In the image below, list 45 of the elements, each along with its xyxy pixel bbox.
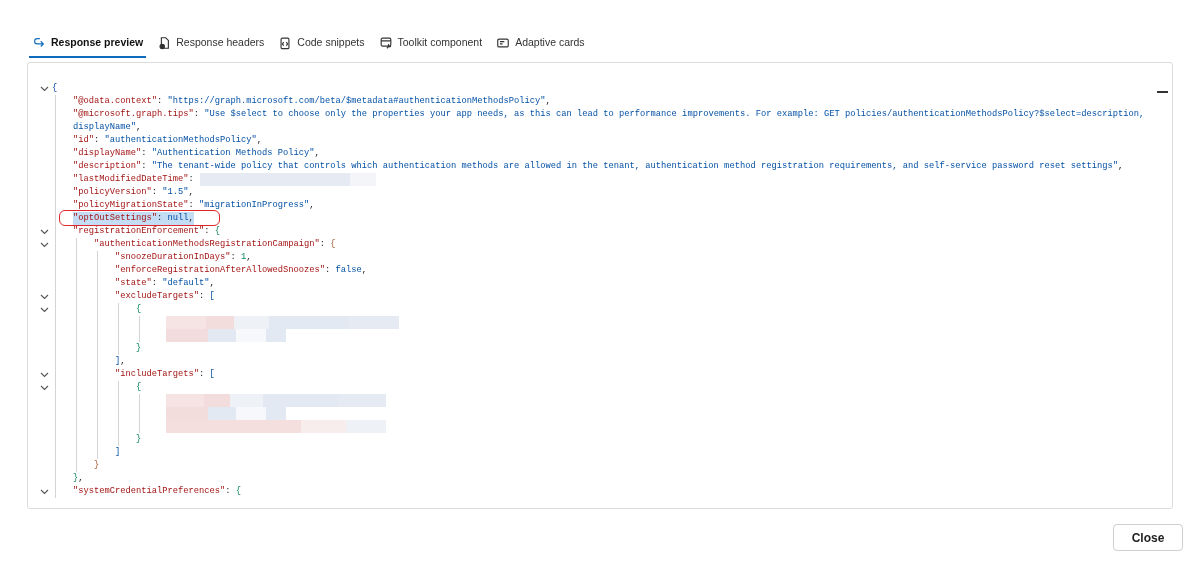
code-line: { (136, 381, 142, 394)
code-line: ], (115, 355, 126, 368)
code-line: "registrationEnforcement": { (73, 225, 221, 238)
code-line: "displayName": "Authentication Methods Policy", (73, 147, 320, 160)
close-button[interactable]: Close (1113, 524, 1183, 551)
code-line: "policyMigrationState": "migrationInProgress", (73, 199, 315, 212)
code-line: "state": "default", (115, 277, 215, 290)
clipboard-code-icon (278, 36, 293, 51)
code-line: "excludeTargets": [ (115, 290, 215, 303)
code-line: } (136, 342, 142, 355)
code-line: "enforceRegistrationAfterAllowedSnoozes": false, (115, 264, 368, 277)
chevron-icon[interactable] (39, 293, 49, 300)
tab[interactable]: Adaptive cards (493, 35, 588, 58)
code-line: "policyVersion": "1.5", (73, 186, 194, 199)
wrench-box-icon (378, 36, 393, 51)
code-line: "@microsoft.graph.tips": "Use $select to choose only the properties your app needs, as this can lead to performance improvements. For example: GET policies/authenticationMethodsPolicy?$select=description, (73, 108, 1145, 121)
code-line: "lastModifiedDateTime": (73, 173, 194, 186)
code-line: "includeTargets": [ (115, 368, 215, 381)
code-line: displayName", (73, 121, 142, 134)
chevron-icon[interactable] (39, 85, 49, 92)
code-line: "description": "The tenant-wide policy that controls which authentication methods are allowed in the tenant, authentication method registration requirements, and self-service password reset settings", (73, 160, 1124, 173)
chevron-icon[interactable] (39, 384, 49, 391)
code-line: ] (115, 446, 121, 459)
chevron-icon[interactable] (39, 306, 49, 313)
code-line: "@odata.context": "https://graph.microsoft.com/beta/$metadata#authenticationMethodsPolicy", (73, 95, 551, 108)
chevron-icon[interactable] (39, 228, 49, 235)
document-icon (157, 36, 172, 51)
code-line: "authenticationMethodsRegistrationCampaign": { (94, 238, 336, 251)
tab[interactable]: Response headers (154, 35, 268, 58)
chevron-icon[interactable] (39, 371, 49, 378)
code-line: "id": "authenticationMethodsPolicy", (73, 134, 263, 147)
chevron-icon[interactable] (39, 488, 49, 495)
code-line: { (52, 82, 58, 95)
code-line: } (94, 459, 100, 472)
code-line: "snoozeDurationInDays": 1, (115, 251, 252, 264)
card-icon (496, 36, 511, 51)
tab[interactable]: Code snippets (275, 35, 368, 58)
tab[interactable]: Toolkit component (375, 35, 486, 58)
code-line: { (136, 303, 142, 316)
code-line: }, (73, 472, 84, 485)
collapse-icon[interactable] (1157, 91, 1168, 94)
chevron-icon[interactable] (39, 241, 49, 248)
tab[interactable]: Response preview (29, 35, 147, 58)
code-line: "systemCredentialPreferences": { (73, 485, 242, 498)
code-line: } (136, 433, 142, 446)
